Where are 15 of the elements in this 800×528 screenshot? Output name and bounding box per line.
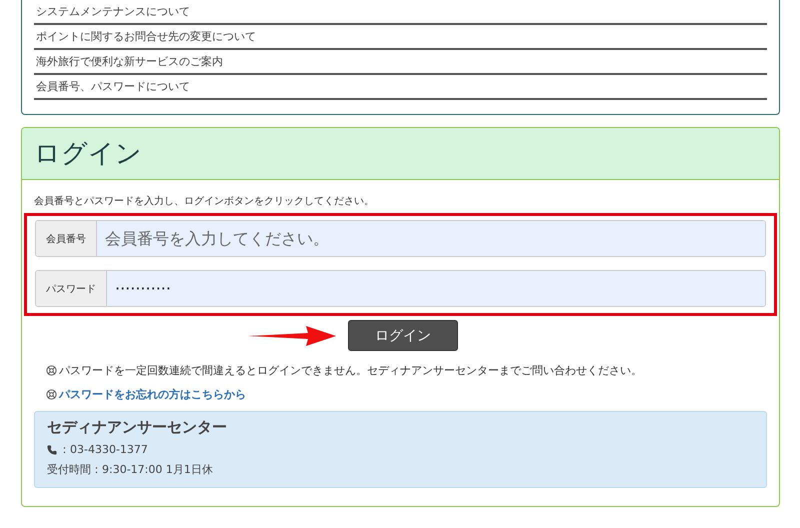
hours-text: 受付時間：9:30-17:00 1月1日休 bbox=[47, 462, 213, 477]
news-link[interactable]: 海外旅行で便利な新サービスのご案内 bbox=[34, 50, 767, 75]
login-heading: ログイン bbox=[22, 128, 779, 180]
lifebuoy-icon bbox=[46, 365, 57, 376]
lifebuoy-icon bbox=[46, 389, 57, 400]
contact-title: セディナアンサーセンター bbox=[47, 418, 228, 437]
login-button[interactable]: ログイン bbox=[348, 320, 458, 351]
news-link[interactable]: ポイントに関するお問合せ先の変更について bbox=[34, 25, 767, 50]
instruction-text: 会員番号とパスワードを入力し、ログインボタンをクリックしてください。 bbox=[34, 194, 375, 208]
news-link[interactable]: 会員番号、パスワードについて bbox=[34, 75, 767, 100]
forgot-password-link[interactable]: パスワードをお忘れの方はこちらから bbox=[59, 387, 246, 402]
notice-text: パスワードを一定回数連続で間違えるとログインできません。セディナアンサーセンターまでご問い合わせください。 bbox=[59, 363, 642, 378]
news-link[interactable]: システムメンテナンスについて bbox=[34, 0, 767, 25]
phone-icon bbox=[47, 444, 57, 454]
phone-number: ：03-4330-1377 bbox=[59, 442, 148, 457]
